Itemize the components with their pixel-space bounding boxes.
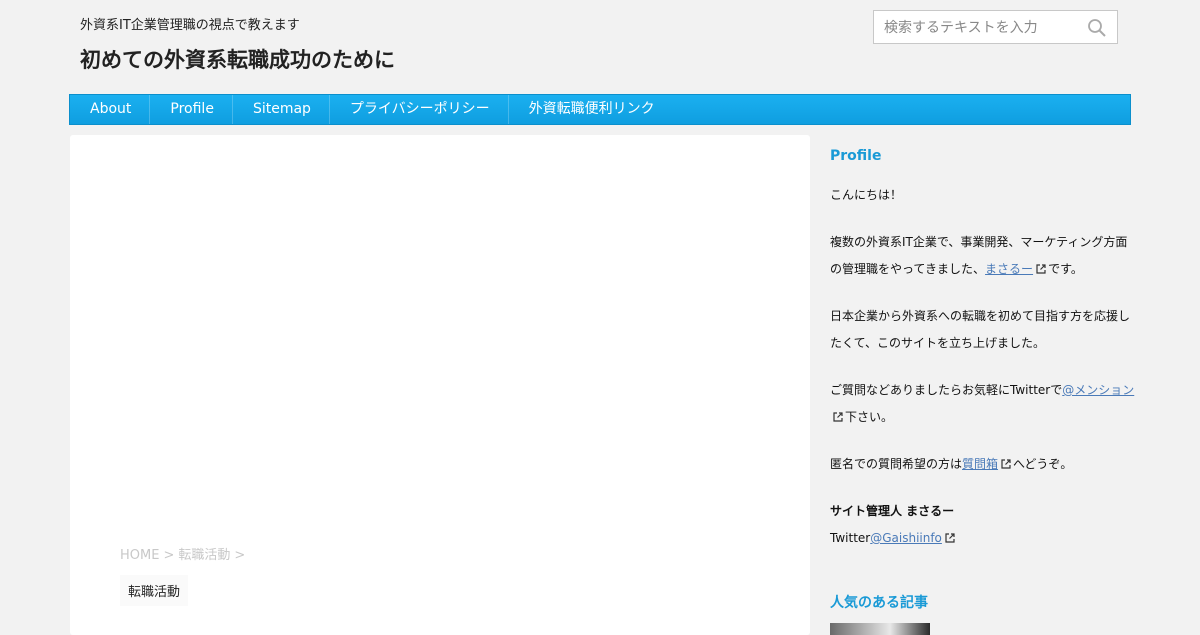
twitter-line: Twitter@Gaishiinfo bbox=[830, 525, 1135, 552]
profile-paragraph-2: 日本企業から外資系への転職を初めて目指す方を応援したくて、このサイトを立ち上げま… bbox=[830, 309, 1131, 350]
profile-text: です。 bbox=[1048, 262, 1083, 276]
profile-greeting: こんにちは！ bbox=[830, 188, 903, 202]
breadcrumb-separator: > bbox=[163, 548, 175, 563]
search-box bbox=[873, 10, 1118, 44]
twitter-mention-link[interactable]: @メンション bbox=[1062, 383, 1134, 397]
nav-item-useful-links[interactable]: 外資転職便利リンク bbox=[509, 95, 673, 124]
main-content: HOME > 転職活動 > 転職活動 bbox=[70, 135, 810, 635]
profile-paragraph-3: ご質問などありましたらお気軽にTwitterで@メンション下さい。 bbox=[830, 377, 1135, 431]
breadcrumb: HOME > 転職活動 > bbox=[120, 544, 249, 563]
main-nav: About Profile Sitemap プライバシーポリシー 外資転職便利リ… bbox=[69, 94, 1131, 125]
profile-paragraph-1: 複数の外資系IT企業で、事業開発、マーケティング方面の管理職をやってきました、ま… bbox=[830, 229, 1135, 283]
nav-item-privacy-policy[interactable]: プライバシーポリシー bbox=[330, 95, 509, 124]
search-icon[interactable] bbox=[1087, 18, 1107, 38]
breadcrumb-category[interactable]: 転職活動 bbox=[178, 548, 230, 563]
profile-paragraph-4: 匿名での質問希望の方は質問箱 へどうぞ。 bbox=[830, 451, 1135, 478]
breadcrumb-separator: > bbox=[234, 548, 246, 563]
category-tag[interactable]: 転職活動 bbox=[120, 575, 189, 606]
breadcrumb-home[interactable]: HOME bbox=[120, 548, 159, 563]
nav-item-sitemap[interactable]: Sitemap bbox=[233, 95, 330, 124]
twitter-handle-link[interactable]: @Gaishiinfo bbox=[870, 531, 942, 545]
profile-text: へどうぞ。 bbox=[1013, 457, 1073, 471]
question-box-link[interactable]: 質問箱 bbox=[962, 457, 998, 471]
profile-widget-title: Profile bbox=[830, 148, 882, 164]
sidebar: Profile こんにちは！ 複数の外資系IT企業で、事業開発、マーケティング方… bbox=[830, 148, 1135, 552]
search-input[interactable] bbox=[884, 18, 1079, 38]
profile-text: 下さい。 bbox=[845, 410, 894, 424]
external-link-icon bbox=[1036, 264, 1046, 274]
popular-posts-title: 人気のある記事 bbox=[830, 595, 928, 611]
profile-text: 匿名での質問希望の方は bbox=[830, 457, 963, 471]
popular-post-thumbnail[interactable] bbox=[830, 623, 930, 635]
author-link[interactable]: まさるー bbox=[985, 262, 1033, 276]
external-link-icon bbox=[833, 412, 843, 422]
twitter-label: Twitter bbox=[830, 531, 871, 545]
tagline: 外資系IT企業管理職の視点で教えます bbox=[80, 18, 300, 33]
site-admin-label: サイト管理人 まさるー bbox=[830, 504, 955, 518]
site-title[interactable]: 初めての外資系転職成功のために bbox=[80, 44, 395, 74]
nav-item-about[interactable]: About bbox=[70, 95, 151, 124]
profile-text: ご質問などありましたらお気軽にTwitterで bbox=[830, 383, 1063, 397]
nav-item-profile[interactable]: Profile bbox=[150, 95, 233, 124]
external-link-icon bbox=[945, 533, 955, 543]
external-link-icon bbox=[1001, 459, 1011, 469]
